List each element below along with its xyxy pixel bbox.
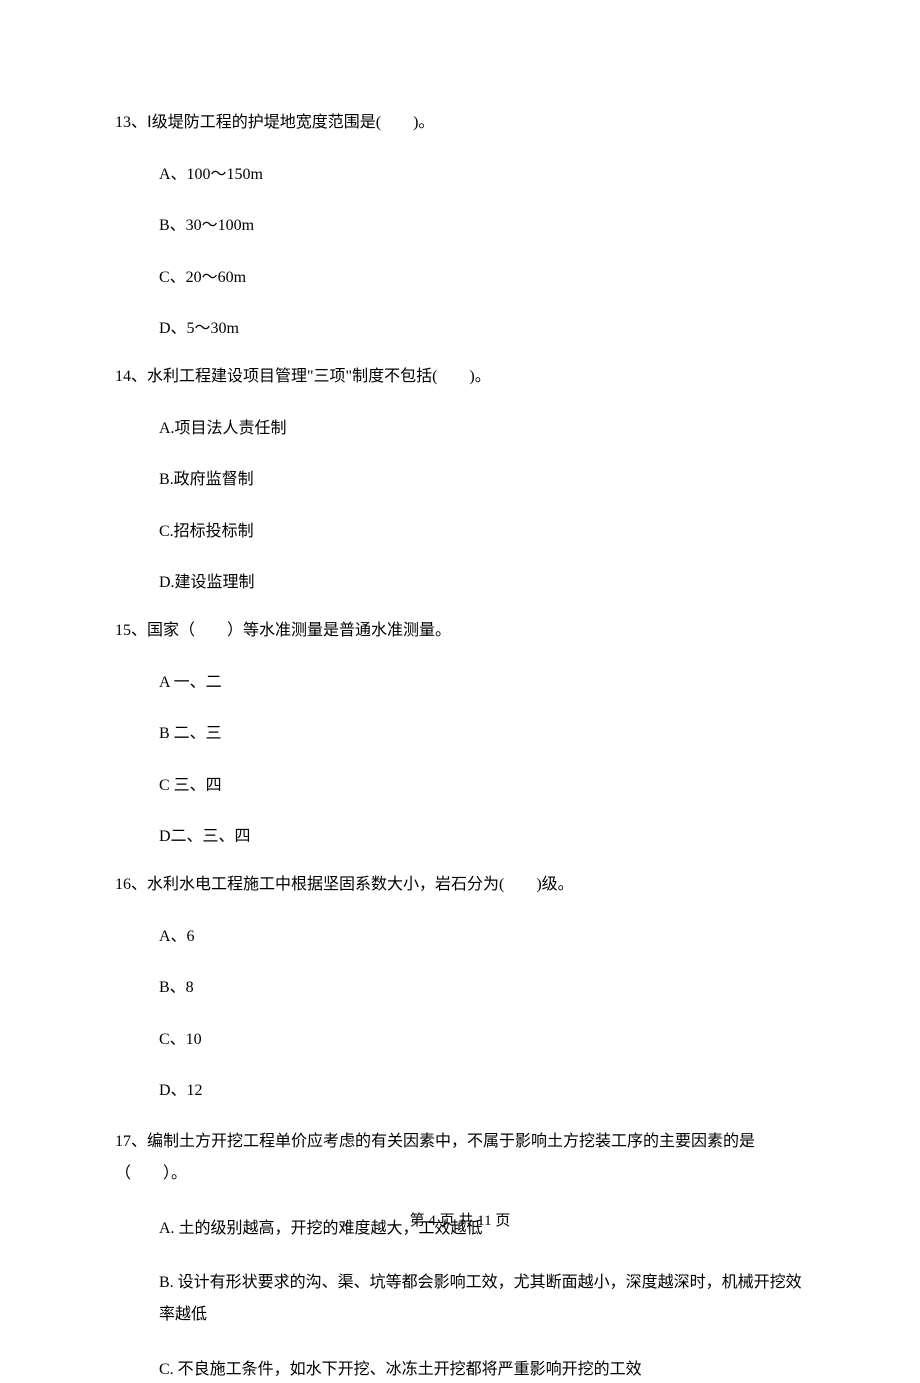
question-number: 16、 — [115, 876, 147, 893]
page-footer: 第 4 页 共 11 页 — [0, 1210, 920, 1233]
question-body: 编制土方开挖工程单价应考虑的有关因素中，不属于影响土方挖装工序的主要因素的是（ … — [115, 1133, 755, 1182]
question-16: 16、水利水电工程施工中根据坚固系数大小，岩石分为( )级。 A、6 B、8 C… — [115, 872, 805, 1104]
options-list: A、100～150m B、30～100m C、20～60m D、5～30m — [115, 162, 805, 342]
option-a: A、6 — [159, 924, 805, 950]
option-c: C. 不良施工条件，如水下开挖、冰冻土开挖都将严重影响开挖的工效 — [159, 1357, 805, 1383]
options-list: A.项目法人责任制 B.政府监督制 C.招标投标制 D.建设监理制 — [115, 416, 805, 596]
option-d: D、5～30m — [159, 316, 805, 342]
question-body: 国家（ ）等水准测量是普通水准测量。 — [147, 622, 451, 639]
question-text: 17、编制土方开挖工程单价应考虑的有关因素中，不属于影响土方挖装工序的主要因素的… — [115, 1126, 805, 1190]
question-body: 水利工程建设项目管理"三项"制度不包括( )。 — [147, 368, 491, 385]
option-b: B. 设计有形状要求的沟、渠、坑等都会影响工效，尤其断面越小，深度越深时，机械开… — [159, 1267, 805, 1331]
option-a: A、100～150m — [159, 162, 805, 188]
question-number: 15、 — [115, 622, 147, 639]
options-list: A、6 B、8 C、10 D、12 — [115, 924, 805, 1104]
option-d: D二、三、四 — [159, 824, 805, 850]
options-list: A. 土的级别越高，开挖的难度越大，工效越低 B. 设计有形状要求的沟、渠、坑等… — [115, 1216, 805, 1383]
question-14: 14、水利工程建设项目管理"三项"制度不包括( )。 A.项目法人责任制 B.政… — [115, 364, 805, 596]
option-c: C、10 — [159, 1027, 805, 1053]
question-text: 14、水利工程建设项目管理"三项"制度不包括( )。 — [115, 364, 805, 390]
option-b: B、8 — [159, 975, 805, 1001]
question-body: 水利水电工程施工中根据坚固系数大小，岩石分为( )级。 — [147, 876, 574, 893]
question-number: 17、 — [115, 1133, 147, 1150]
question-13: 13、Ⅰ级堤防工程的护堤地宽度范围是( )。 A、100～150m B、30～1… — [115, 110, 805, 342]
document-content: 13、Ⅰ级堤防工程的护堤地宽度范围是( )。 A、100～150m B、30～1… — [115, 110, 805, 1383]
question-number: 14、 — [115, 368, 147, 385]
question-text: 15、国家（ ）等水准测量是普通水准测量。 — [115, 618, 805, 644]
options-list: A 一、二 B 二、三 C 三、四 D二、三、四 — [115, 670, 805, 850]
question-number: 13、 — [115, 114, 147, 131]
option-b: B 二、三 — [159, 721, 805, 747]
option-b: B、30～100m — [159, 213, 805, 239]
option-a: A 一、二 — [159, 670, 805, 696]
question-15: 15、国家（ ）等水准测量是普通水准测量。 A 一、二 B 二、三 C 三、四 … — [115, 618, 805, 850]
question-17: 17、编制土方开挖工程单价应考虑的有关因素中，不属于影响土方挖装工序的主要因素的… — [115, 1126, 805, 1383]
option-d: D.建设监理制 — [159, 570, 805, 596]
question-body: Ⅰ级堤防工程的护堤地宽度范围是( )。 — [147, 114, 434, 131]
option-b: B.政府监督制 — [159, 467, 805, 493]
question-text: 16、水利水电工程施工中根据坚固系数大小，岩石分为( )级。 — [115, 872, 805, 898]
option-d: D、12 — [159, 1078, 805, 1104]
question-text: 13、Ⅰ级堤防工程的护堤地宽度范围是( )。 — [115, 110, 805, 136]
option-a: A.项目法人责任制 — [159, 416, 805, 442]
option-c: C 三、四 — [159, 773, 805, 799]
option-c: C、20～60m — [159, 265, 805, 291]
option-c: C.招标投标制 — [159, 519, 805, 545]
